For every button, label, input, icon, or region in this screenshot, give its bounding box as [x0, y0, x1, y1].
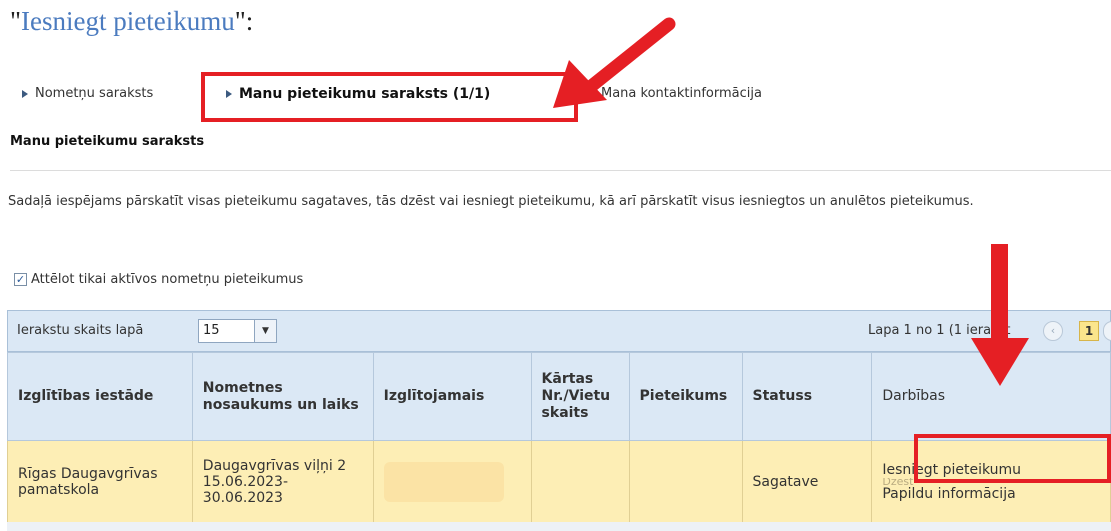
page-heading: "Iesniegt pieteikumu": [10, 6, 253, 37]
submit-application-link[interactable]: Iesniegt pieteikumu [21, 6, 235, 36]
order-seats-cell [530, 440, 630, 523]
table-header-row: Izglītības iestāde Nometnes nosaukums un… [7, 352, 1111, 441]
prev-page-icon[interactable]: ‹ [1043, 321, 1063, 341]
triangle-right-icon [22, 89, 28, 98]
heading-quote-open: " [10, 6, 22, 36]
active-filter: ✓ Attēlot tikai aktīvos nometņu pieteiku… [14, 272, 303, 287]
arrow-icon [553, 17, 676, 108]
current-page-button[interactable]: 1 [1079, 321, 1099, 341]
column-header[interactable]: Nometnes nosaukums un laiks [191, 352, 374, 441]
chevron-down-icon[interactable]: ▼ [254, 320, 276, 342]
application-cell [628, 440, 743, 523]
tab-label: Nometņu saraksts [35, 86, 154, 101]
page-size-select[interactable]: 15 ▼ [198, 319, 277, 343]
active-filter-checkbox[interactable]: ✓ [14, 273, 27, 286]
page-size-value: 15 [203, 323, 220, 338]
table-footer [7, 522, 1111, 531]
column-header[interactable]: Pieteikums [628, 352, 743, 441]
page-size-label: Ierakstu skaits lapā [17, 323, 144, 338]
section-title: Manu pieteikumu saraksts [10, 134, 205, 149]
institution-cell: Rīgas Daugavgrīvas pamatskola [7, 440, 193, 523]
additional-info-action[interactable]: Papildu informācija [882, 486, 1100, 502]
grid-toolbar: Ierakstu skaits lapā 15 ▼ Lapa 1 no 1 (1… [7, 310, 1111, 352]
active-filter-label: Attēlot tikai aktīvos nometņu pieteikumu… [31, 272, 304, 287]
column-header[interactable]: Izglītības iestāde [7, 352, 193, 441]
highlight-box-tab [201, 72, 578, 122]
section-description: Sadaļā iespējams pārskatīt visas pieteik… [8, 194, 974, 209]
arrow-icon [971, 244, 1029, 386]
status-cell: Sagatave [741, 440, 873, 523]
highlight-box-action [914, 434, 1111, 483]
column-header[interactable]: Statuss [741, 352, 873, 441]
next-page-icon[interactable] [1103, 321, 1111, 341]
column-header[interactable]: Izglītojamais [372, 352, 532, 441]
divider [10, 170, 1111, 171]
column-header[interactable]: Kārtas Nr./Vietu skaits [530, 352, 630, 441]
student-cell [372, 440, 532, 523]
redacted-name [383, 461, 504, 502]
tab-camp-list[interactable]: Nometņu saraksts [22, 86, 153, 101]
heading-quote-close: ": [234, 6, 254, 36]
camp-cell: Daugavgrīvas viļņi 2 15.06.2023-30.06.20… [191, 440, 374, 523]
